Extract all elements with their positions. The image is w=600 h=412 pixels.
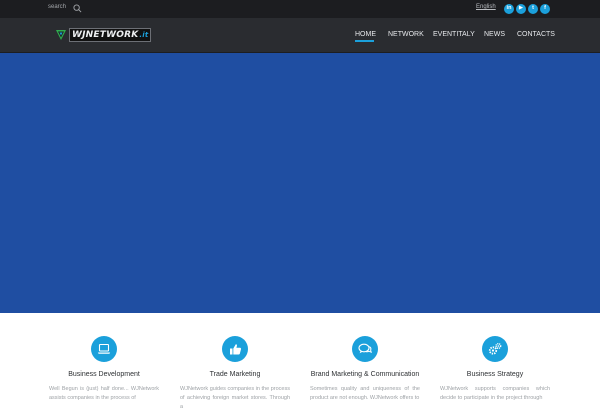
- service-title[interactable]: Trade Marketing: [180, 371, 290, 378]
- nav-active-indicator: [355, 40, 374, 42]
- top-bar: search English in ▶ t f: [0, 0, 600, 18]
- laptop-icon[interactable]: [91, 336, 117, 362]
- service-description: Well Begun is (just) half done... WJNetw…: [49, 386, 159, 401]
- site-header: WJNETWORK .it HOME NETWORK EVENTITALY NE…: [0, 18, 600, 53]
- service-title[interactable]: Brand Marketing & Communication: [310, 371, 420, 378]
- logo-wordmark: WJNETWORK .it: [69, 28, 152, 42]
- search-input[interactable]: search: [48, 4, 66, 10]
- nav-home[interactable]: HOME: [355, 31, 376, 38]
- nav-contacts[interactable]: CONTACTS: [517, 31, 555, 38]
- service-description: Sometimes quality and uniqueness of the …: [310, 386, 420, 401]
- nav-eventitaly[interactable]: EVENTITALY: [433, 31, 475, 38]
- site-logo[interactable]: WJNETWORK .it: [55, 27, 152, 43]
- service-business-strategy: Business Strategy WJNetwork supports com…: [440, 336, 550, 403]
- logo-mark-icon: [56, 30, 66, 40]
- service-trade-marketing: Trade Marketing WJNetwork guides compani…: [180, 336, 290, 412]
- services-section: Business Development Well Begun is (just…: [0, 313, 600, 410]
- service-description: WJNetwork guides companies in the proces…: [180, 386, 290, 410]
- service-title[interactable]: Business Strategy: [440, 371, 550, 378]
- logo-text: WJNETWORK: [72, 30, 139, 40]
- gears-icon[interactable]: [482, 336, 508, 362]
- language-selector[interactable]: English: [476, 4, 496, 10]
- hero-banner: [0, 53, 600, 313]
- service-title[interactable]: Business Development: [49, 371, 159, 378]
- twitter-icon[interactable]: t: [528, 4, 538, 14]
- service-brand-marketing: Brand Marketing & Communication Sometime…: [310, 336, 420, 403]
- nav-network[interactable]: NETWORK: [388, 31, 424, 38]
- nav-news[interactable]: NEWS: [484, 31, 505, 38]
- chat-bubbles-icon[interactable]: [352, 336, 378, 362]
- youtube-icon[interactable]: ▶: [516, 4, 526, 14]
- linkedin-icon[interactable]: in: [504, 4, 514, 14]
- service-description: WJNetwork supports companies which decid…: [440, 386, 550, 401]
- facebook-icon[interactable]: f: [540, 4, 550, 14]
- thumbs-up-icon[interactable]: [222, 336, 248, 362]
- search-icon[interactable]: [73, 4, 82, 13]
- logo-suffix: .it: [139, 31, 149, 39]
- service-business-development: Business Development Well Begun is (just…: [49, 336, 159, 403]
